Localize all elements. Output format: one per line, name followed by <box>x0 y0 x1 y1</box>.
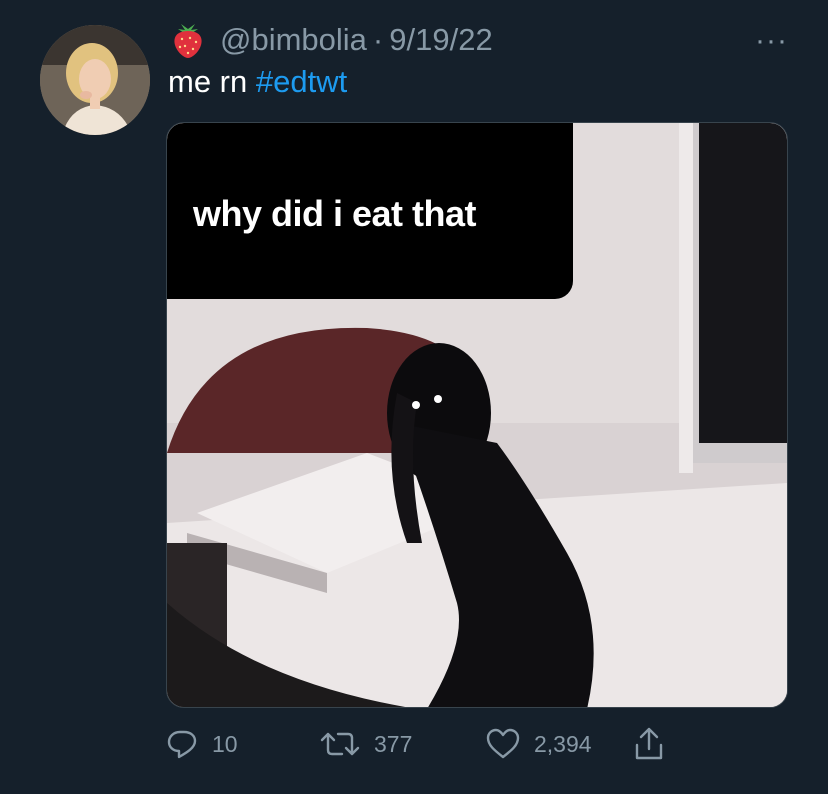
hashtag-link[interactable]: #edtwt <box>256 64 347 99</box>
tweet[interactable]: @bimbolia · 9/19/22 ··· me rn #edtwt why… <box>0 0 828 794</box>
like-count: 2,394 <box>534 730 592 757</box>
tweet-media-image[interactable]: why did i eat that <box>166 122 788 708</box>
header-separator: · <box>372 22 384 57</box>
tweet-text: me rn #edtwt <box>168 64 347 100</box>
reply-count: 10 <box>212 730 238 757</box>
strawberry-icon <box>174 24 202 58</box>
retweet-count: 377 <box>374 730 413 757</box>
retweet-icon <box>320 732 360 756</box>
tweet-header: @bimbolia · 9/19/22 <box>168 20 493 60</box>
retweet-button[interactable]: 377 <box>320 726 412 762</box>
like-button[interactable]: 2,394 <box>486 726 592 762</box>
meme-caption-box: why did i eat that <box>167 123 573 299</box>
avatar[interactable] <box>40 25 150 135</box>
tweet-body: me rn <box>168 64 256 99</box>
share-icon <box>635 727 663 760</box>
tweet-date[interactable]: 9/19/22 <box>389 22 492 58</box>
heart-icon <box>486 728 520 759</box>
reply-icon <box>167 730 197 759</box>
more-options-icon[interactable]: ··· <box>755 24 788 58</box>
handle[interactable]: @bimbolia <box>220 22 367 58</box>
reply-button[interactable]: 10 <box>166 726 238 762</box>
meme-caption: why did i eat that <box>193 193 477 234</box>
share-button[interactable] <box>634 726 678 762</box>
